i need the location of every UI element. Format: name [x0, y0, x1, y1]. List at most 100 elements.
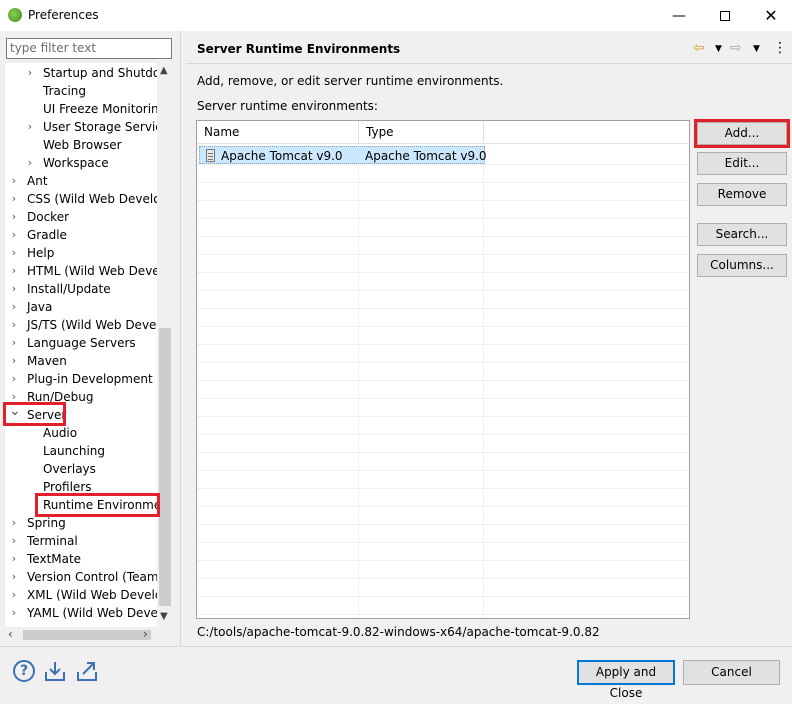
tree-item-label: Maven: [27, 354, 67, 368]
tree-item[interactable]: Tracing: [5, 82, 157, 100]
help-icon[interactable]: ?: [13, 660, 35, 682]
tree-item-label: Install/Update: [27, 282, 111, 296]
minimize-button[interactable]: —: [656, 0, 702, 31]
tree-item[interactable]: › Version Control (Team): [5, 568, 163, 586]
chevron-right-icon[interactable]: ›: [9, 514, 19, 532]
tree-item[interactable]: › Terminal: [5, 532, 157, 550]
column-header-name[interactable]: Name: [197, 121, 359, 144]
chevron-right-icon[interactable]: ›: [9, 226, 19, 244]
chevron-right-icon[interactable]: ›: [9, 172, 19, 190]
tree-item[interactable]: › Startup and Shutdown: [5, 64, 173, 82]
tree-item[interactable]: › Plug-in Development: [5, 370, 157, 388]
maximize-button[interactable]: [702, 0, 748, 31]
edit-button[interactable]: Edit...: [697, 152, 787, 175]
chevron-right-icon[interactable]: ›: [9, 316, 19, 334]
scroll-left-icon[interactable]: ‹: [8, 627, 13, 641]
runtime-location-path: C:/tools/apache-tomcat-9.0.82-windows-x6…: [197, 625, 600, 639]
tree-item[interactable]: › Docker: [5, 208, 157, 226]
chevron-right-icon[interactable]: ›: [9, 352, 19, 370]
back-arrow-icon[interactable]: ⇦: [693, 40, 705, 56]
tree-item[interactable]: Web Browser: [5, 136, 157, 154]
scroll-up-icon[interactable]: ▲: [160, 65, 168, 76]
chevron-right-icon[interactable]: ›: [9, 604, 19, 622]
row-line: [197, 182, 689, 183]
apply-and-close-button[interactable]: Apply and Close: [577, 660, 675, 700]
tree-item[interactable]: › Workspace: [5, 154, 157, 172]
row-line: [197, 218, 689, 219]
search-button[interactable]: Search...: [697, 223, 787, 246]
chevron-right-icon[interactable]: ›: [25, 154, 35, 172]
view-menu-icon[interactable]: ⋮: [773, 40, 787, 56]
tree-item[interactable]: Audio: [5, 424, 157, 442]
chevron-right-icon[interactable]: ›: [9, 568, 19, 586]
forward-arrow-icon[interactable]: ⇨: [730, 40, 742, 56]
filter-input[interactable]: type filter text: [6, 38, 172, 59]
chevron-right-icon[interactable]: ›: [25, 64, 35, 82]
tree-item[interactable]: › Gradle: [5, 226, 157, 244]
page-title: Server Runtime Environments: [197, 42, 401, 56]
tree-item[interactable]: › YAML (Wild Web Developer): [5, 604, 173, 622]
chevron-right-icon[interactable]: ›: [9, 208, 19, 226]
remove-button[interactable]: Remove: [697, 183, 787, 206]
runtime-table[interactable]: Name Type Apache Tomcat v9.0 Apache Tomc…: [196, 120, 690, 619]
hscroll-thumb[interactable]: [23, 630, 151, 640]
tree-item[interactable]: Launching: [5, 442, 157, 460]
tree-item-label: XML (Wild Web Developer): [27, 588, 173, 602]
row-line: [197, 344, 689, 345]
tree-item-label: Language Servers: [27, 336, 136, 350]
tree-item-label: YAML (Wild Web Developer): [27, 606, 173, 620]
chevron-right-icon[interactable]: ›: [9, 586, 19, 604]
window-title: Preferences: [28, 8, 99, 22]
row-line: [197, 236, 689, 237]
scroll-down-icon[interactable]: ▼: [160, 611, 168, 622]
tree-item[interactable]: › XML (Wild Web Developer): [5, 586, 173, 604]
tree-item[interactable]: › Help: [5, 244, 157, 262]
back-dropdown-icon[interactable]: ▼: [715, 44, 722, 54]
forward-dropdown-icon[interactable]: ▼: [753, 44, 760, 54]
scroll-right-icon[interactable]: ›: [143, 627, 148, 641]
import-icon[interactable]: [44, 660, 66, 682]
tree-item[interactable]: › Install/Update: [5, 280, 157, 298]
tree-item[interactable]: UI Freeze Monitoring: [5, 100, 166, 118]
chevron-right-icon[interactable]: ›: [9, 532, 19, 550]
chevron-right-icon[interactable]: ›: [9, 244, 19, 262]
tree-item[interactable]: › Maven: [5, 352, 157, 370]
columns-button[interactable]: Columns...: [697, 254, 787, 277]
row-line: [197, 560, 689, 561]
tree-item[interactable]: › Ant: [5, 172, 157, 190]
chevron-right-icon[interactable]: ›: [9, 370, 19, 388]
scroll-thumb[interactable]: [159, 328, 171, 606]
row-line: [197, 416, 689, 417]
tree-item[interactable]: › HTML (Wild Web Developer): [5, 262, 173, 280]
pane-divider[interactable]: [180, 31, 181, 646]
chevron-right-icon[interactable]: ›: [9, 280, 19, 298]
tree-item[interactable]: › CSS (Wild Web Developer): [5, 190, 173, 208]
row-line: [197, 506, 689, 507]
chevron-right-icon[interactable]: ›: [9, 550, 19, 568]
cancel-button[interactable]: Cancel: [683, 660, 780, 685]
tree-item[interactable]: › User Storage Service: [5, 118, 169, 136]
tree-vertical-scrollbar[interactable]: ▲ ▼: [157, 63, 173, 627]
tree-item[interactable]: › Language Servers: [5, 334, 157, 352]
export-icon[interactable]: [76, 660, 98, 682]
tree-item[interactable]: › JS/TS (Wild Web Developer): [5, 316, 173, 334]
tree-item-label: CSS (Wild Web Developer): [27, 192, 173, 206]
table-row[interactable]: Apache Tomcat v9.0 Apache Tomcat v9.0: [199, 146, 487, 164]
page-nav-toolbar: ⇦ ▼ ⇨ ▼ ⋮: [690, 40, 787, 60]
close-button[interactable]: ✕: [748, 0, 792, 31]
chevron-right-icon[interactable]: ›: [9, 298, 19, 316]
tree-item-label: TextMate: [27, 552, 82, 566]
chevron-right-icon[interactable]: ›: [9, 190, 19, 208]
chevron-right-icon[interactable]: ›: [9, 262, 19, 280]
tree-horizontal-scrollbar[interactable]: ‹ ›: [5, 627, 173, 643]
page-description: Add, remove, or edit server runtime envi…: [197, 74, 504, 88]
row-line: [197, 614, 689, 615]
tree-item[interactable]: › TextMate: [5, 550, 157, 568]
table-header: Name Type: [197, 121, 689, 144]
row-line: [197, 398, 689, 399]
column-header-type[interactable]: Type: [359, 121, 484, 144]
chevron-right-icon[interactable]: ›: [25, 118, 35, 136]
tree-item[interactable]: Overlays: [5, 460, 157, 478]
tree-item[interactable]: › Java: [5, 298, 157, 316]
chevron-right-icon[interactable]: ›: [9, 334, 19, 352]
